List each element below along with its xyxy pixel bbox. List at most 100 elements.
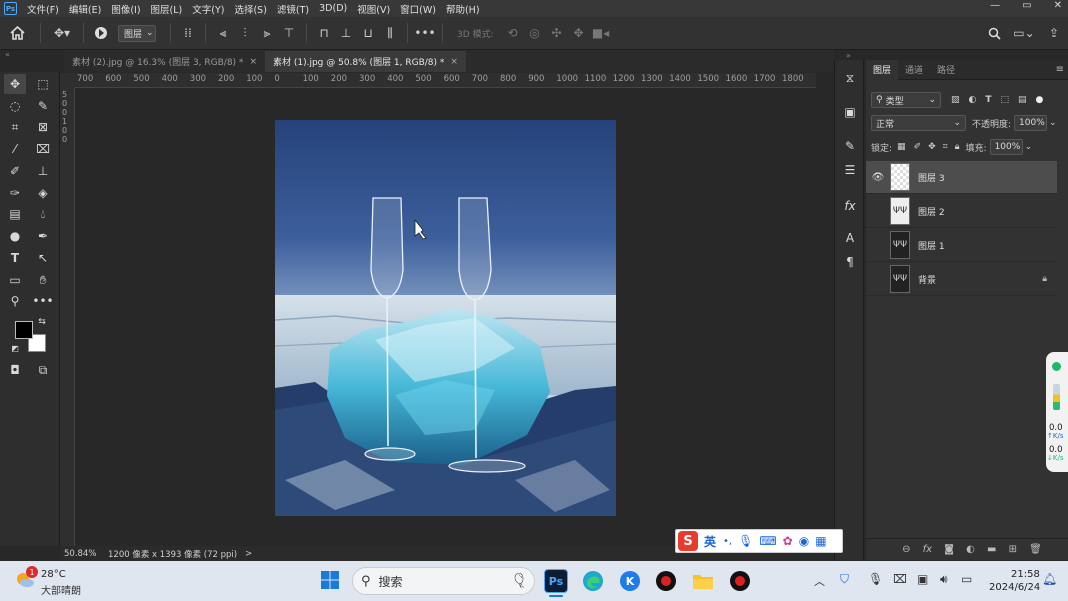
lock-artboard-icon[interactable]: ⌗ — [943, 142, 948, 152]
layer-row-3[interactable]: 👁︎ 图层 3 — [866, 161, 1057, 194]
menu-filter[interactable]: 滤镜(T) — [277, 2, 309, 16]
record-app-2-icon[interactable] — [728, 569, 752, 593]
layer-name[interactable]: 背景 — [918, 273, 1042, 286]
layer-name[interactable]: 图层 2 — [918, 205, 1057, 218]
blend-mode-dropdown[interactable]: 正常 ⌄ — [871, 115, 966, 131]
workspace-icon[interactable]: ▭⌄ — [1010, 23, 1038, 43]
taskbar-search[interactable]: ⚲ 搜索 🎈︎ — [352, 567, 535, 595]
menu-select[interactable]: 选择(S) — [234, 2, 266, 16]
home-icon[interactable] — [0, 23, 34, 43]
record-app-icon[interactable] — [654, 569, 678, 593]
auto-select-dropdown[interactable]: 图层 ⌄ — [118, 24, 156, 42]
adjustments-panel-icon[interactable]: ☰ — [840, 160, 860, 180]
styles-panel-icon[interactable]: fx — [840, 196, 860, 216]
edge-browser-icon[interactable] — [581, 569, 605, 593]
file-explorer-icon[interactable] — [691, 569, 715, 593]
lock-position-icon[interactable]: ✥ — [928, 142, 936, 152]
microphone-icon[interactable]: 🎙︎ — [738, 534, 753, 548]
close-window-button[interactable]: ✕ — [1054, 0, 1062, 11]
temperature[interactable]: 28°C — [41, 569, 66, 580]
align-left-icon[interactable]: ⫷ — [212, 23, 234, 43]
windows-start-icon[interactable] — [320, 570, 340, 590]
chat-icon[interactable]: ◉ — [799, 534, 809, 548]
link-layers-icon[interactable]: ⊖ — [902, 544, 910, 555]
chevron-down-icon[interactable]: ⌄ — [1025, 142, 1033, 152]
move-tool-options-icon[interactable]: ✥▾ — [47, 23, 77, 43]
canvas-area[interactable] — [75, 88, 816, 546]
photoshop-taskbar-icon[interactable]: Ps — [544, 569, 568, 593]
skin-icon[interactable]: ✿ — [783, 534, 793, 548]
layer-name[interactable]: 图层 3 — [918, 171, 1057, 184]
quick-mask-icon[interactable]: ◘ — [4, 360, 26, 380]
toolbox-icon[interactable]: ▦ — [815, 534, 826, 548]
menu-image[interactable]: 图像(I) — [111, 2, 140, 16]
auto-select-icon[interactable] — [90, 23, 112, 43]
move-tool-icon[interactable]: ✥ — [4, 74, 26, 94]
menu-file[interactable]: 文件(F) — [27, 2, 59, 16]
tab-document-1[interactable]: 素材 (1).jpg @ 50.8% (图层 1, RGB/8) * × — [264, 51, 466, 72]
collapse-icon[interactable]: « — [5, 50, 10, 59]
tab-layers[interactable]: 图层 — [866, 59, 899, 80]
visibility-eye-icon[interactable]: 👁︎ — [866, 172, 890, 183]
lock-all-icon[interactable]: 🔒︎ — [955, 142, 960, 152]
battery-icon[interactable]: ▭ — [961, 572, 972, 586]
opacity-field[interactable]: 100% — [1014, 115, 1048, 131]
layer-row-2[interactable]: ΨΨ 图层 2 — [866, 195, 1057, 228]
default-colors-icon[interactable]: ◩ — [9, 342, 21, 354]
blur-tool-icon[interactable]: 💧︎ — [32, 204, 54, 224]
zoom-level[interactable]: 50.84% — [64, 549, 106, 559]
security-shield-icon[interactable]: ⛉ — [840, 572, 849, 587]
close-tab-icon[interactable]: × — [249, 57, 257, 67]
screen-mode-icon[interactable]: ⧉ — [32, 360, 54, 380]
adjustment-layer-icon[interactable]: ◐ — [966, 544, 975, 555]
distribute-vcenter-icon[interactable]: ⊥ — [335, 23, 357, 43]
eraser-tool-icon[interactable]: ◈ — [32, 183, 54, 203]
character-panel-icon[interactable]: A — [840, 228, 860, 248]
menu-layer[interactable]: 图层(L) — [151, 2, 183, 16]
lock-paint-icon[interactable]: ✐ — [914, 142, 922, 152]
type-tool-icon[interactable]: T — [4, 248, 26, 268]
libraries-panel-icon[interactable]: ▣ — [840, 102, 860, 122]
delete-layer-icon[interactable]: 🗑︎ — [1029, 544, 1042, 555]
eyedropper-tool-icon[interactable]: ⁄ — [4, 139, 26, 159]
3d-orbit-icon[interactable]: ⟲ — [502, 23, 524, 43]
close-tab-icon[interactable]: × — [450, 57, 458, 67]
fill-field[interactable]: 100% — [989, 139, 1023, 155]
chevron-down-icon[interactable]: ⌄ — [1049, 118, 1057, 128]
weather-text[interactable]: 大部晴朗 — [41, 582, 81, 597]
marquee-tool-icon[interactable]: ⬚ — [32, 74, 54, 94]
lasso-tool-icon[interactable]: ◌ — [4, 96, 26, 116]
foreground-color-swatch[interactable] — [15, 321, 33, 339]
keyboard-icon[interactable]: ⌨ — [759, 534, 776, 548]
frame-tool-icon[interactable]: ⊠ — [32, 117, 54, 137]
tab-channels[interactable]: 通道 — [898, 60, 930, 80]
filter-adjust-icon[interactable]: ◐ — [969, 95, 977, 105]
menu-view[interactable]: 视图(V) — [357, 2, 390, 16]
search-icon[interactable] — [985, 23, 1003, 43]
distribute-hcenter-icon[interactable]: ⫼ — [379, 23, 401, 43]
3d-pan-icon[interactable]: ✣ — [546, 23, 568, 43]
layer-name[interactable]: 图层 1 — [918, 239, 1057, 252]
history-brush-icon[interactable]: ✑ — [4, 183, 26, 203]
paragraph-panel-icon[interactable]: ¶ — [840, 252, 860, 272]
share-icon[interactable]: ⇪ — [1044, 23, 1064, 43]
tray-expand-icon[interactable]: ︿ — [814, 573, 825, 589]
menu-type[interactable]: 文字(Y) — [192, 2, 224, 16]
new-group-icon[interactable]: ▬ — [987, 544, 996, 555]
swap-colors-icon[interactable]: ⇆ — [36, 316, 48, 328]
menu-window[interactable]: 窗口(W) — [400, 2, 436, 16]
align-right-icon[interactable]: ⫸ — [256, 23, 278, 43]
filter-shape-icon[interactable]: ⬚ — [1001, 95, 1010, 105]
brush-tool-icon[interactable]: ✐ — [4, 161, 26, 181]
crop-tool-icon[interactable]: ⌗ — [4, 117, 26, 137]
menu-3d[interactable]: 3D(D) — [319, 3, 347, 14]
edit-toolbar-icon[interactable]: ••• — [32, 291, 54, 311]
more-options-icon[interactable]: ••• — [414, 23, 436, 43]
punctuation-icon[interactable]: •, — [723, 536, 732, 547]
new-layer-icon[interactable]: ⊞ — [1009, 544, 1017, 555]
brushes-panel-icon[interactable]: ✎ — [840, 136, 860, 156]
align-top-icon[interactable]: ⊤ — [278, 23, 300, 43]
menu-help[interactable]: 帮助(H) — [446, 2, 480, 16]
history-panel-icon[interactable]: ⧖ — [840, 68, 860, 88]
3d-slide-icon[interactable]: ✥ — [568, 23, 590, 43]
